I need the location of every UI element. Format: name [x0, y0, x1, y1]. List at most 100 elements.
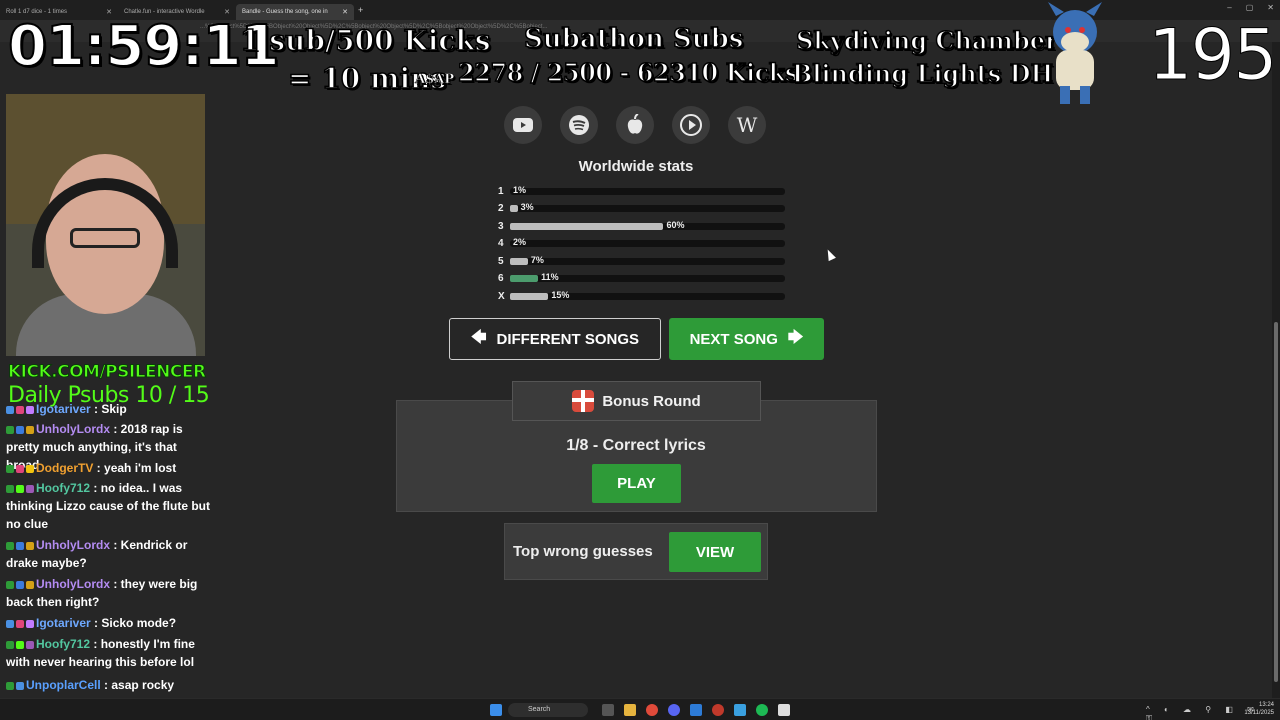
stats-title: Worldwide stats	[578, 158, 694, 175]
stat-row-label: 2	[498, 202, 504, 214]
stat-bar-percent: 2%	[513, 236, 527, 247]
window-controls: – ▢ ✕	[1227, 3, 1274, 12]
next-song-label: NEXT SONG	[689, 330, 778, 348]
apple-icon[interactable]	[616, 106, 654, 144]
spotify-taskbar-icon[interactable]	[756, 704, 768, 716]
chat-message: DodgerTV : yeah i'm lost	[6, 459, 210, 477]
chat-username[interactable]: UnholyLordx	[36, 538, 110, 552]
file-explorer-icon[interactable]	[624, 704, 636, 716]
taskbar-clock[interactable]: 13:24 13/11/2025	[1244, 701, 1274, 717]
play-icon[interactable]	[672, 106, 710, 144]
gift-icon	[572, 390, 595, 412]
arrow-right-icon: 🡆	[787, 328, 804, 346]
minimize-icon[interactable]: –	[1227, 3, 1231, 12]
chrome-icon[interactable]	[646, 704, 658, 716]
chat-badge-icon	[6, 640, 14, 649]
chat-message: Igotariver : Sicko mode?	[6, 614, 210, 632]
chat-text: honestly I'm fine with never hearing thi…	[6, 637, 195, 669]
scrollbar-thumb[interactable]	[1274, 322, 1278, 682]
clock-time: 13:24	[1258, 702, 1274, 708]
chat-username[interactable]: Igotariver	[36, 616, 91, 630]
chat-badge-icon	[6, 681, 14, 690]
subathon-title: Subathon Subs	[523, 23, 744, 55]
stat-bar-fill	[510, 292, 549, 300]
page-scrollbar[interactable]	[1272, 42, 1280, 698]
stat-row-label: X	[498, 290, 505, 302]
chat-message: Hoofy712 : honestly I'm fine with never …	[6, 635, 210, 671]
chat-username[interactable]: UnholyLordx	[36, 422, 110, 436]
spotify-icon[interactable]	[560, 106, 598, 144]
clock-date: 13/11/2025	[1244, 710, 1274, 716]
play-button[interactable]: PLAY	[592, 464, 681, 503]
chat-panel: Igotariver : Skip UnholyLordx : 2018 rap …	[0, 402, 212, 698]
stat-row: 5 7%	[498, 254, 785, 268]
stat-bar-fill	[510, 274, 539, 282]
view-button[interactable]: VIEW	[669, 532, 761, 572]
new-tab-icon[interactable]: +	[358, 5, 363, 15]
chat-badge-icon	[16, 405, 24, 414]
chat-badge-icon	[16, 619, 24, 628]
stat-bar-track: 11%	[510, 271, 785, 282]
stat-row-label: 6	[498, 272, 504, 284]
goal-value: Blinding Lights DH	[791, 58, 1054, 89]
stat-row-label: 5	[498, 255, 504, 267]
chat-separator: :	[110, 577, 121, 591]
chat-badge-icon	[6, 405, 14, 414]
chat-badge-icon	[26, 541, 34, 550]
chat-text: Skip	[101, 402, 127, 416]
chat-separator: :	[90, 616, 102, 630]
chat-username[interactable]: Hoofy712	[36, 481, 90, 495]
taskbar-search-label: Search	[528, 706, 551, 713]
stat-bar-percent: 7%	[530, 254, 544, 265]
different-songs-button[interactable]: 🡄 DIFFERENT SONGS	[449, 318, 661, 360]
chat-badge-icon	[26, 405, 34, 414]
app-icon[interactable]	[734, 704, 746, 716]
stat-bar-percent: 3%	[520, 201, 534, 212]
bonus-round-description: 1/8 - Correct lyrics	[566, 437, 706, 454]
wikipedia-icon[interactable]: W	[728, 106, 766, 144]
app-icon[interactable]	[778, 704, 790, 716]
arrow-left-icon: 🡄	[470, 328, 487, 346]
chat-badge-icon	[16, 541, 24, 550]
stream-timer: 01:59:11	[7, 13, 281, 80]
chat-badge-icon	[26, 425, 34, 434]
wrong-guesses-label: Top wrong guesses	[513, 543, 653, 560]
stat-bar-percent: 1%	[513, 184, 527, 195]
close-icon[interactable]: ✕	[342, 8, 348, 16]
chat-badge-icon	[6, 464, 14, 473]
discord-icon[interactable]	[668, 704, 680, 716]
stat-row: 1 1%	[498, 184, 785, 198]
close-window-icon[interactable]: ✕	[1267, 3, 1274, 12]
chat-message: Igotariver : Skip	[6, 402, 210, 418]
stat-row: 4 2%	[498, 236, 785, 250]
partial-song-text: A$AP	[415, 72, 455, 88]
start-icon[interactable]	[490, 704, 502, 716]
chat-badge-icon	[6, 580, 14, 589]
stat-bar-track: 1%	[510, 184, 785, 195]
chat-username[interactable]: Hoofy712	[36, 637, 90, 651]
kick-channel-link: KICK.COM/PSILENCER	[8, 362, 207, 383]
chat-badge-icon	[6, 619, 14, 628]
chat-text: Sicko mode?	[101, 616, 177, 630]
windows-taskbar: Search ^ ◐ ☁ ⚲ ◧ ✉ ⚿ 13:24 13/11/2025	[0, 698, 1280, 720]
wikipedia-glyph: W	[736, 113, 758, 137]
chat-username[interactable]: UnholyLordx	[36, 577, 110, 591]
task-view-icon[interactable]	[602, 704, 614, 716]
chat-badge-icon	[26, 464, 34, 473]
maximize-icon[interactable]: ▢	[1246, 3, 1254, 12]
stat-bar-percent: 11%	[541, 271, 559, 282]
stat-row: 3 60%	[498, 219, 785, 233]
chat-username[interactable]: DodgerTV	[36, 461, 93, 475]
taskbar-search[interactable]: Search	[508, 703, 588, 717]
app-icon[interactable]	[712, 704, 724, 716]
youtube-icon[interactable]	[504, 106, 542, 144]
chat-badge-icon	[16, 464, 24, 473]
chat-username[interactable]: Igotariver	[36, 402, 91, 416]
sub-rate-label: 1 sub/500 Kicks	[239, 23, 491, 58]
chat-message: UnpoplarCell : asap rocky	[6, 676, 210, 694]
stat-bar-fill	[510, 204, 518, 212]
chat-username[interactable]: UnpoplarCell	[26, 678, 101, 692]
different-songs-label: DIFFERENT SONGS	[496, 330, 639, 348]
next-song-button[interactable]: NEXT SONG 🡆	[669, 318, 824, 360]
app-icon[interactable]	[690, 704, 702, 716]
